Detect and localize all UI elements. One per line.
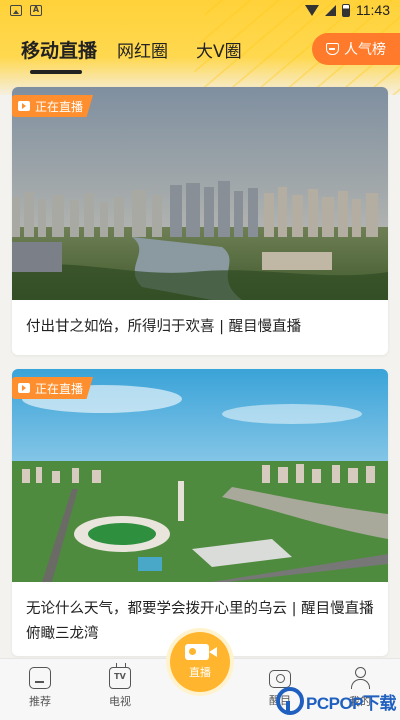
tab-mobile-live[interactable]: 移动直播: [21, 36, 97, 63]
nav-label: 电视: [109, 695, 131, 708]
live-now-badge: 正在直播: [12, 95, 94, 117]
nav-item-tv[interactable]: TV 电视: [90, 667, 150, 709]
popularity-rank-button[interactable]: 人气榜: [312, 33, 400, 65]
pcpop-watermark: PCPOP下载: [276, 682, 400, 720]
tv-icon: TV: [109, 667, 131, 689]
rank-badge-icon: [326, 43, 339, 55]
live-card[interactable]: 正在直播 付出甘之如饴，所得归于欢喜 | 醒目慢直播: [12, 87, 388, 355]
pcpop-logo-icon: [276, 687, 304, 715]
top-tabs: 移动直播 网红圈 大V圈 人气榜: [0, 32, 400, 76]
watermark-text: PCPOP下载: [306, 693, 397, 713]
live-broadcast-button[interactable]: 直播: [170, 632, 230, 692]
status-time: 11:43: [356, 2, 390, 18]
tab-big-v[interactable]: 大V圈: [196, 37, 242, 62]
stadium-aerial-image: [12, 369, 388, 582]
nav-label: 推荐: [29, 695, 51, 708]
live-badge-label: 正在直播: [35, 99, 84, 114]
rank-button-label: 人气榜: [344, 42, 386, 58]
live-button-label: 直播: [189, 666, 211, 679]
status-bar: A 11:43: [0, 0, 400, 20]
live-badge-label: 正在直播: [35, 381, 84, 396]
live-thumbnail[interactable]: 正在直播: [12, 369, 388, 582]
wifi-icon: [305, 4, 319, 16]
live-thumbnail[interactable]: 正在直播: [12, 87, 388, 300]
tab-influencers[interactable]: 网红圈: [117, 37, 168, 62]
live-now-badge: 正在直播: [12, 377, 94, 399]
signal-icon: [325, 4, 336, 16]
active-tab-indicator: [30, 70, 82, 74]
card-title: 付出甘之如饴，所得归于欢喜 | 醒目慢直播: [26, 319, 302, 335]
live-card[interactable]: 正在直播 无论什么天气，都要学会拨开心里的乌云 | 醒目慢直播 俯瞰三龙湾: [12, 369, 388, 656]
live-camera-icon: [18, 101, 30, 111]
video-camera-icon: [185, 644, 217, 660]
battery-icon: [342, 3, 350, 17]
nav-item-recommend[interactable]: 推荐: [10, 667, 70, 709]
live-camera-icon: [18, 383, 30, 393]
a-notification-icon: A: [30, 4, 42, 16]
image-notification-icon: [10, 4, 22, 16]
home-icon: [29, 667, 51, 689]
city-skyline-image: [12, 87, 388, 300]
